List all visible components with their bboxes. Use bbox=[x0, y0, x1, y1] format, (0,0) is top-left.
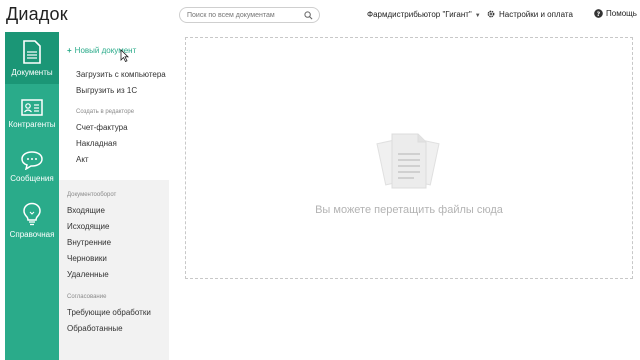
file-drop-icon bbox=[376, 133, 440, 189]
editor-item-act[interactable]: Акт bbox=[76, 155, 89, 164]
help-link[interactable]: ? Помощь bbox=[594, 9, 637, 18]
chevron-down-icon: ▼ bbox=[474, 13, 481, 19]
nav-documents-label: Документы bbox=[11, 68, 53, 77]
nav-messages[interactable]: Сообщения bbox=[5, 142, 59, 194]
settings-link[interactable]: Настройки и оплата bbox=[486, 9, 573, 19]
lightbulb-icon bbox=[23, 202, 41, 226]
folder-incoming[interactable]: Входящие bbox=[67, 206, 105, 215]
editor-section-header: Создать в редакторе bbox=[76, 109, 135, 115]
main-nav-rail: Документы Контрагенты Сообщения Справочн… bbox=[5, 32, 59, 360]
chat-icon bbox=[21, 151, 43, 170]
folder-outgoing[interactable]: Исходящие bbox=[67, 222, 109, 231]
approval-pending[interactable]: Требующие обработки bbox=[67, 308, 151, 317]
plus-icon: + bbox=[67, 46, 72, 55]
nav-help-center-label: Справочная bbox=[9, 230, 55, 239]
file-drop-zone[interactable]: Вы можете перетащить файлы сюда bbox=[185, 37, 633, 279]
editor-item-waybill[interactable]: Накладная bbox=[76, 139, 117, 148]
settings-label: Настройки и оплата bbox=[499, 9, 573, 19]
approval-processed[interactable]: Обработанные bbox=[67, 324, 123, 333]
docflow-section-header: Документооборот bbox=[67, 192, 117, 198]
app-logo[interactable]: Диадок bbox=[6, 4, 68, 25]
drop-zone-hint: Вы можете перетащить файлы сюда bbox=[315, 204, 503, 216]
folder-deleted[interactable]: Удаленные bbox=[67, 270, 109, 279]
nav-help-center[interactable]: Справочная bbox=[5, 194, 59, 246]
upload-from-computer-link[interactable]: Загрузить с компьютера bbox=[76, 70, 166, 79]
svg-text:?: ? bbox=[597, 11, 601, 18]
contacts-icon bbox=[21, 99, 43, 116]
mouse-cursor-icon bbox=[120, 49, 129, 62]
organization-name: Фармдистрибьютор "Гигант" bbox=[367, 10, 472, 19]
editor-item-invoice[interactable]: Счет-фактура bbox=[76, 123, 128, 132]
nav-messages-label: Сообщения bbox=[10, 174, 54, 183]
nav-contacts-label: Контрагенты bbox=[8, 120, 56, 129]
export-from-1c-link[interactable]: Выгрузить из 1С bbox=[76, 86, 137, 95]
help-label: Помощь bbox=[606, 9, 637, 18]
gear-icon bbox=[487, 10, 495, 18]
folder-internal[interactable]: Внутренние bbox=[67, 238, 111, 247]
help-icon: ? bbox=[594, 9, 603, 18]
search-box[interactable] bbox=[179, 7, 320, 23]
search-icon[interactable] bbox=[304, 11, 313, 20]
nav-documents[interactable]: Документы bbox=[5, 32, 59, 84]
approval-section-header: Согласование bbox=[67, 294, 107, 300]
folder-drafts[interactable]: Черновики bbox=[67, 254, 107, 263]
organization-selector[interactable]: Фармдистрибьютор "Гигант" ▼ bbox=[367, 10, 481, 19]
top-bar: Диадок Фармдистрибьютор "Гигант"▼ Настро… bbox=[0, 0, 640, 32]
search-input[interactable] bbox=[187, 9, 305, 21]
nav-contacts[interactable]: Контрагенты bbox=[5, 90, 59, 142]
documents-icon bbox=[23, 40, 41, 64]
